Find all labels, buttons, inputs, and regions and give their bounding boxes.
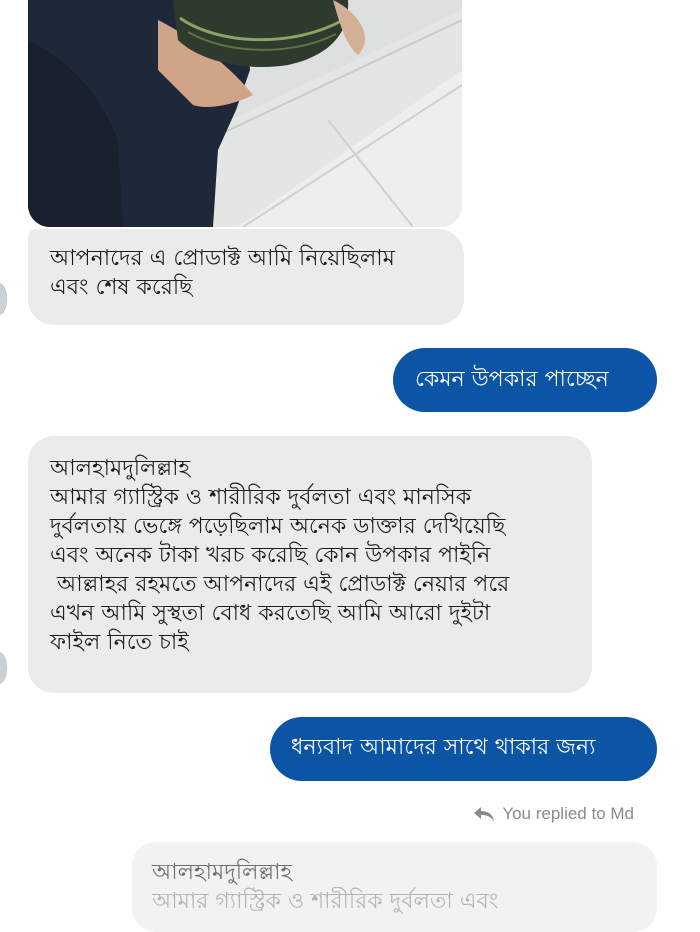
- reply-indicator: You replied to Md: [473, 804, 634, 824]
- incoming-message-bubble[interactable]: আপনাদের এ প্রোডাক্ট আমি নিয়েছিলাম এবং শ…: [28, 229, 464, 325]
- sender-avatar[interactable]: [0, 283, 7, 315]
- product-photo-image: [28, 0, 462, 227]
- reply-indicator-text: You replied to Md: [502, 804, 634, 823]
- reply-arrow-icon: [474, 807, 495, 821]
- quoted-message-first-line: আলহামদুলিল্লাহ: [152, 860, 293, 885]
- incoming-message-bubble[interactable]: আলহামদুলিল্লাহ আমার গ্যাস্ট্রিক ও শারীরি…: [28, 436, 592, 693]
- shared-product-photo[interactable]: [28, 0, 462, 227]
- outgoing-message-bubble[interactable]: কেমন উপকার পাচ্ছেন: [393, 348, 657, 412]
- outgoing-message-bubble[interactable]: ধন্যবাদ আমাদের সাথে থাকার জন্য: [270, 717, 657, 781]
- quoted-message-preview[interactable]: আলহামদুলিল্লাহ আমার গ্যাস্ট্রিক ও শারীরি…: [132, 842, 657, 932]
- sender-avatar[interactable]: [0, 652, 7, 684]
- quoted-message-second-line: আমার গ্যাস্ট্রিক ও শারীরিক দুর্বলতা এবং: [152, 889, 499, 914]
